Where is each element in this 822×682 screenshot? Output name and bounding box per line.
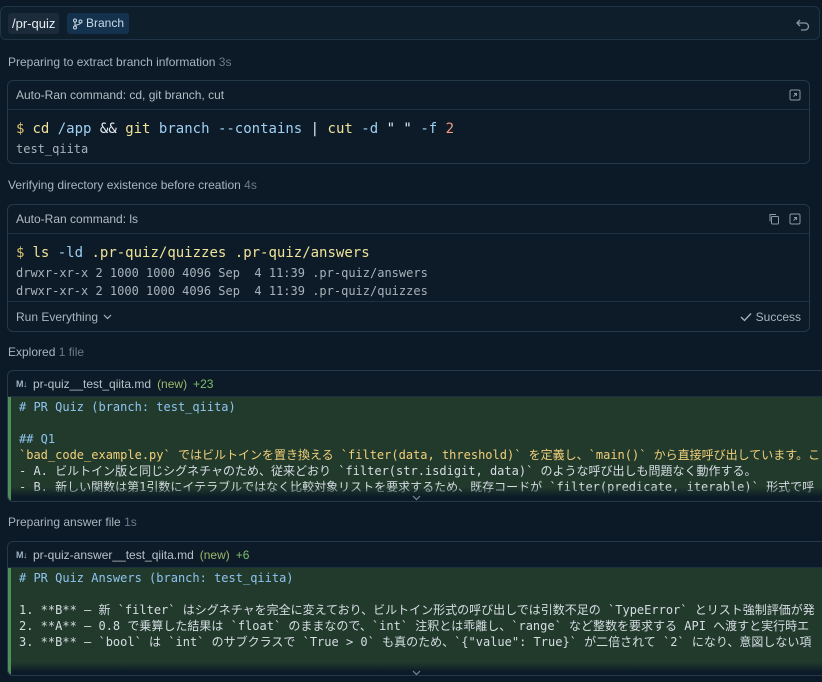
command-card-footer: Run Everything Success: [8, 301, 809, 331]
chevron-down-icon: [412, 670, 421, 675]
step-duration: 3s: [218, 55, 232, 69]
lines-added-count: +23: [193, 376, 214, 391]
file-header[interactable]: M↓ pr-quiz__test_qiita.md (new) +23: [8, 371, 822, 397]
command-title: Auto-Ran command: cd, git branch, cut: [16, 88, 225, 102]
command-output-line: test_qiita: [16, 142, 89, 156]
markdown-icon: M↓: [16, 378, 28, 389]
token: .pr-quiz/answers: [234, 245, 370, 261]
diff-line: - A. ビルトイン版と同じシグネチャのため、従来どおり `filter(str…: [19, 464, 757, 478]
run-everything-label: Run Everything: [16, 309, 99, 324]
command-output-line: drwxr-xr-x 2 1000 1000 4096 Sep 4 11:39 …: [16, 284, 428, 298]
command-line: $ ls -ld .pr-quiz/quizzes .pr-quiz/answer…: [16, 242, 801, 264]
diff-line: [19, 415, 822, 431]
diff-line: ## Q1: [19, 432, 56, 446]
diff-line: [19, 586, 822, 602]
step-title: Preparing to extract branch information: [8, 55, 216, 69]
token: branch: [158, 121, 210, 137]
command-line: $ cd /app && git branch --contains | cut …: [16, 118, 801, 140]
token: git: [125, 121, 151, 137]
markdown-icon: M↓: [16, 549, 28, 560]
git-branch-icon: [73, 18, 83, 29]
open-terminal-icon[interactable]: [789, 89, 801, 101]
diff-line: 2. **A** — 0.8 で乗算した結果は `float` のままなので、`…: [19, 619, 810, 633]
command-card-ls: Auto-Ran command: ls $ ls -ld .pr-quiz/qu…: [7, 204, 810, 332]
token: --contains: [217, 121, 303, 137]
new-file-tag: (new): [157, 376, 188, 391]
lines-added-count: +6: [235, 547, 250, 562]
token: &&: [99, 121, 117, 137]
composer-header: /pr-quiz Branch: [0, 6, 820, 40]
step-explored: Explored 1 file: [8, 345, 84, 359]
step-title: Explored: [8, 345, 56, 359]
step-duration: 1 file: [58, 345, 85, 359]
expand-diff-button[interactable]: [11, 662, 822, 675]
diff-line: `bad_code_example.py` ではビルトインを置き換える `fil…: [19, 448, 821, 462]
file-name: pr-quiz-answer__test_qiita.md: [33, 547, 194, 562]
file-header[interactable]: M↓ pr-quiz-answer__test_qiita.md (new) +…: [8, 542, 822, 568]
command-output-line: drwxr-xr-x 2 1000 1000 4096 Sep 4 11:39 …: [16, 266, 428, 280]
chevron-down-icon: [412, 495, 421, 501]
step-verify-directory: Verifying directory existence before cre…: [8, 178, 257, 192]
diff-line: 1. **B** — 新 `filter` はシグネチャを完全に変えており、ビル…: [19, 603, 815, 617]
file-name: pr-quiz__test_qiita.md: [33, 376, 152, 391]
expand-diff-button[interactable]: [11, 487, 822, 501]
diff-content: # PR Quiz Answers (branch: test_qiita) 1…: [8, 568, 822, 675]
token: ls: [32, 245, 50, 261]
step-duration: 4s: [244, 178, 257, 192]
token: cd: [32, 121, 50, 137]
file-diff-card-answer: M↓ pr-quiz-answer__test_qiita.md (new) +…: [7, 541, 822, 676]
token: -d: [361, 121, 379, 137]
file-diff-card-quiz: M↓ pr-quiz__test_qiita.md (new) +23 # PR…: [7, 370, 822, 502]
step-title: Preparing answer file: [8, 515, 121, 529]
checkmark-icon: [740, 312, 752, 321]
context-chip[interactable]: /pr-quiz: [8, 13, 60, 34]
command-card-header: Auto-Ran command: ls: [8, 205, 809, 234]
token: 2: [445, 121, 455, 137]
token: -f: [420, 121, 438, 137]
prompt-symbol: $: [16, 121, 25, 137]
status-badge: Success: [740, 310, 801, 324]
new-file-tag: (new): [199, 547, 230, 562]
status-label: Success: [755, 309, 801, 324]
token: cut: [327, 121, 353, 137]
undo-icon[interactable]: [795, 16, 811, 32]
copy-icon[interactable]: [768, 213, 780, 225]
token: -ld: [57, 245, 84, 261]
step-extract-branch: Preparing to extract branch information …: [8, 55, 231, 69]
command-card-git-branch: Auto-Ran command: cd, git branch, cut $ c…: [7, 80, 810, 164]
diff-content: # PR Quiz (branch: test_qiita) ## Q1 `ba…: [8, 397, 822, 501]
command-card-header: Auto-Ran command: cd, git branch, cut: [8, 81, 809, 110]
open-terminal-icon[interactable]: [789, 213, 801, 225]
token: /app: [57, 121, 92, 137]
token: .pr-quiz/quizzes: [91, 245, 227, 261]
step-title: Verifying directory existence before cre…: [8, 178, 241, 192]
branch-chip[interactable]: Branch: [67, 13, 130, 34]
chevron-down-icon: [103, 314, 112, 319]
command-title: Auto-Ran command: ls: [16, 212, 139, 226]
run-everything-dropdown[interactable]: Run Everything: [16, 310, 112, 324]
branch-chip-label: Branch: [86, 16, 125, 30]
step-duration: 1s: [124, 515, 137, 529]
token: |: [310, 121, 320, 137]
step-preparing-answer: Preparing answer file 1s: [8, 515, 137, 529]
diff-line: # PR Quiz Answers (branch: test_qiita): [19, 571, 294, 585]
diff-line: 3. **B** — `bool` は `int` のサブクラスで `True …: [19, 635, 812, 649]
diff-line: # PR Quiz (branch: test_qiita): [19, 400, 236, 414]
prompt-symbol: $: [16, 245, 25, 261]
token: " ": [386, 121, 412, 137]
